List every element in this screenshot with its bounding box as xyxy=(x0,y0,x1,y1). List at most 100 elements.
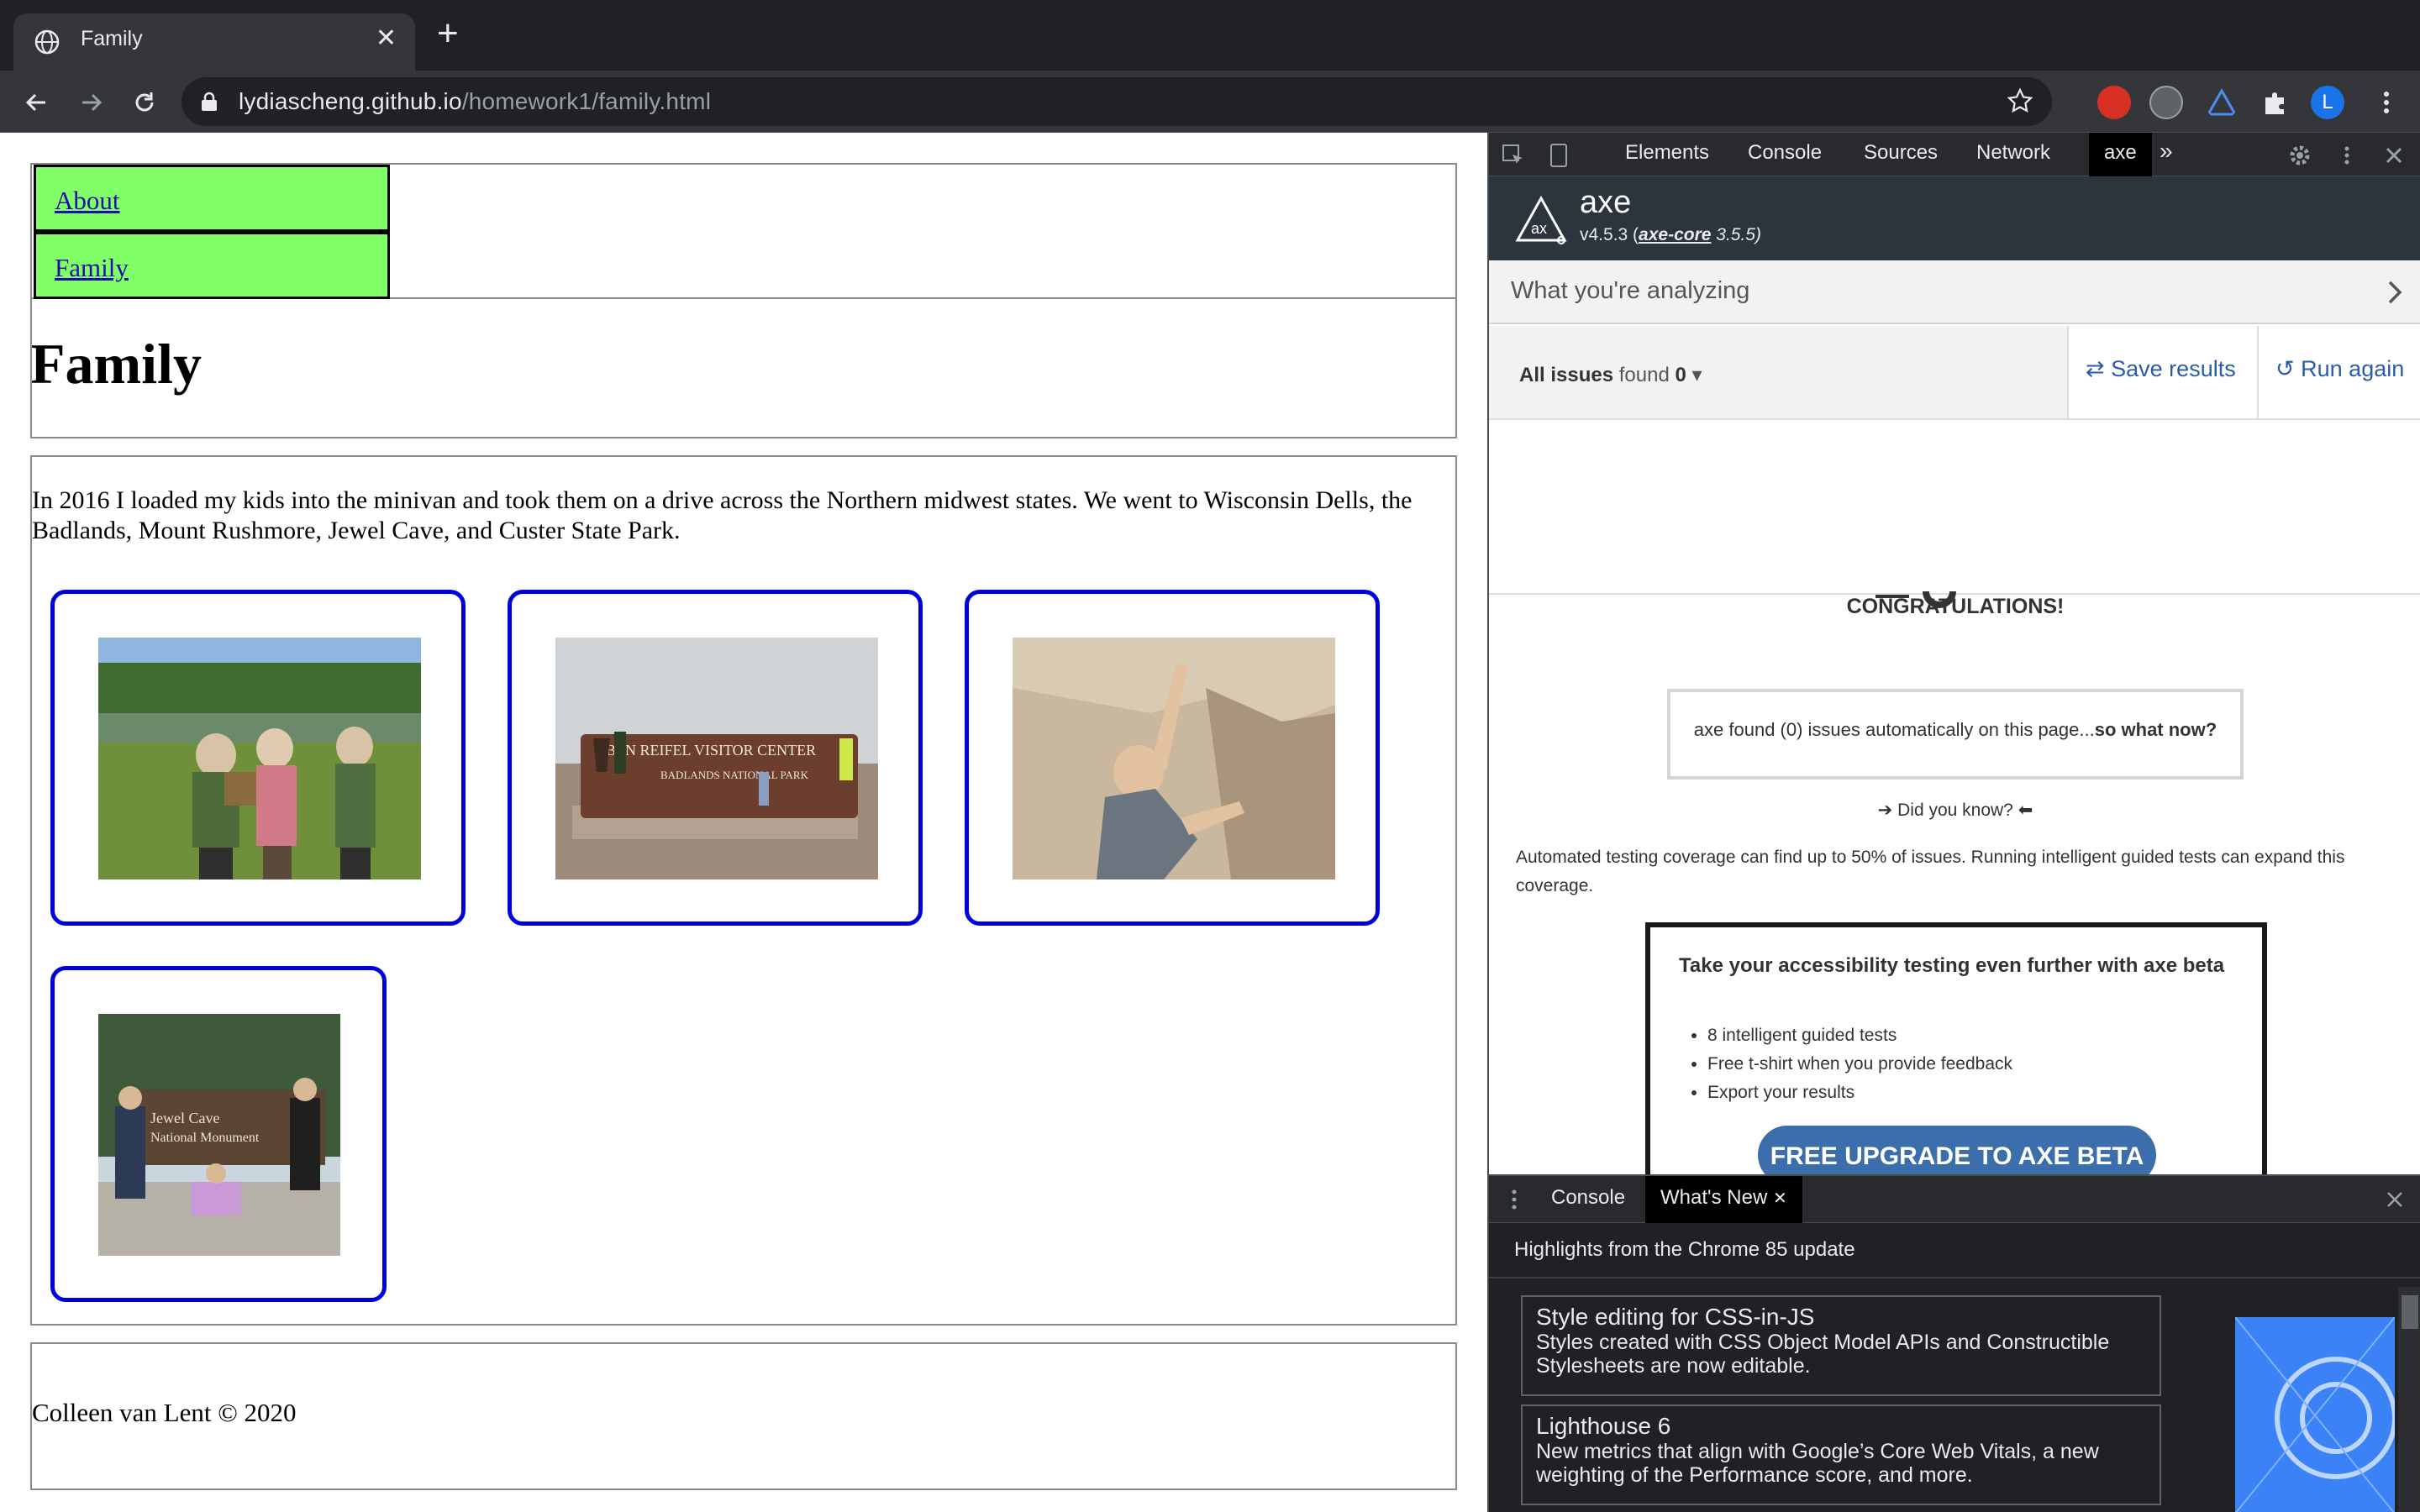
new-tab-button[interactable]: + xyxy=(437,15,459,52)
chevron-right-icon xyxy=(2388,281,2402,304)
nav-link-about[interactable]: About xyxy=(34,165,390,232)
drawer-tabbar: Console What's New ✕ xyxy=(1489,1176,2420,1223)
divider xyxy=(1489,1277,2420,1278)
did-you-know: ➔ Did you know? ⬅ xyxy=(1489,800,2420,821)
axe-extension-icon[interactable] xyxy=(2205,86,2238,119)
arrow-right-icon: ➔ xyxy=(1877,801,1893,820)
devtools-tabbar: Elements Console Sources Network axe » xyxy=(1489,133,2420,176)
photo-card xyxy=(50,590,466,926)
sign-text: Jewel Cave xyxy=(150,1110,219,1126)
svg-text:ax: ax xyxy=(1531,220,1547,237)
axe-core-version: 3.5.5) xyxy=(1711,225,1761,244)
forward-arrow-icon[interactable] xyxy=(74,86,108,119)
tab-strip: Family ✕ + xyxy=(0,0,2420,71)
list-item: 8 intelligent guided tests xyxy=(1707,1021,2012,1050)
more-tabs-icon[interactable]: » xyxy=(2160,138,2173,165)
whats-new-card[interactable]: Style editing for CSS-in-JS Styles creat… xyxy=(1521,1295,2161,1396)
close-tab-icon[interactable]: ✕ xyxy=(1773,1189,1787,1208)
whats-new-card[interactable]: Lighthouse 6 New metrics that align with… xyxy=(1521,1404,2161,1505)
settings-gear-icon[interactable] xyxy=(2287,143,2312,168)
devtools-tab-console[interactable]: Console xyxy=(1748,141,1822,165)
did-you-know-label: Did you know? xyxy=(1897,801,2013,820)
footer: Colleen van Lent © 2020 xyxy=(30,1342,1457,1490)
inspect-element-icon[interactable] xyxy=(1501,143,1526,168)
reload-icon[interactable] xyxy=(128,86,161,119)
rerun-icon: ↺ xyxy=(2275,356,2295,381)
issues-filter[interactable]: All issues found 0 ▾ xyxy=(1519,363,1702,387)
drawer-tab-whats-new[interactable]: What's New ✕ xyxy=(1645,1176,1802,1223)
devtools-menu-icon[interactable] xyxy=(2334,143,2360,168)
card-title: Style editing for CSS-in-JS xyxy=(1536,1304,1815,1330)
arrow-left-icon: ⬅ xyxy=(2018,801,2033,820)
browser-tab[interactable]: Family ✕ xyxy=(13,13,415,71)
intro-paragraph: In 2016 I loaded my kids into the miniva… xyxy=(32,486,1413,544)
run-again-button[interactable]: ↺ Run again xyxy=(2257,326,2420,418)
so-what-now-link[interactable]: so what now? xyxy=(2095,719,2217,740)
issues-found-box: axe found (0) issues automatically on th… xyxy=(1667,689,2244,780)
extensions-puzzle-icon[interactable] xyxy=(2259,86,2292,119)
drawer-tab-whats-new-label: What's New xyxy=(1660,1186,1768,1209)
axe-version: v4.5.3 (axe-core 3.5.5) xyxy=(1580,225,1761,245)
bookmark-star-icon[interactable] xyxy=(2007,87,2033,114)
adblock-extension-icon[interactable] xyxy=(2097,86,2131,119)
wave-extension-icon[interactable] xyxy=(2149,86,2183,119)
devtools-tab-elements[interactable]: Elements xyxy=(1625,141,1709,165)
address-bar[interactable]: lydiascheng.github.io/homework1/family.h… xyxy=(182,77,2052,126)
save-results-button[interactable]: ⇄ Save results xyxy=(2067,326,2257,418)
main-content: In 2016 I loaded my kids into the miniva… xyxy=(30,455,1457,1326)
devtools-tab-sources[interactable]: Sources xyxy=(1864,141,1938,165)
sign-text: BEN REIFEL VISITOR CENTER xyxy=(606,742,816,759)
analyzing-label: What you're analyzing xyxy=(1511,277,1750,304)
beta-promo-title: Take your accessibility testing even fur… xyxy=(1679,954,2225,977)
device-toolbar-icon[interactable] xyxy=(1546,143,1571,168)
globe-icon xyxy=(34,29,60,55)
jewel-cave-sign-photo: Jewel Cave National Monument xyxy=(98,1014,340,1256)
axe-core-link[interactable]: axe-core xyxy=(1639,225,1711,244)
axe-version-prefix: v4.5.3 ( xyxy=(1580,225,1639,244)
what-youre-analyzing-row[interactable]: What you're analyzing xyxy=(1489,260,2420,324)
devtools-tab-axe[interactable]: axe xyxy=(2089,133,2152,176)
issues-label: All issues xyxy=(1519,364,1614,386)
drawer-tab-console[interactable]: Console xyxy=(1551,1186,1625,1210)
close-drawer-icon[interactable] xyxy=(2385,1189,2405,1210)
site-nav: About Family xyxy=(30,163,1457,299)
nav-link-about-label[interactable]: About xyxy=(55,186,120,215)
issues-count: 0 xyxy=(1675,364,1686,386)
nav-link-family-label[interactable]: Family xyxy=(55,253,129,282)
beta-promo-box: Take your accessibility testing even fur… xyxy=(1645,922,2267,1191)
devtools-drawer: Console What's New ✕ Highlights from the… xyxy=(1489,1174,2420,1512)
url-path: /homework1/family.html xyxy=(461,88,712,114)
beta-features-list: 8 intelligent guided tests Free t-shirt … xyxy=(1707,1021,2012,1107)
scrollbar-thumb[interactable] xyxy=(2402,1295,2418,1329)
photo-card xyxy=(965,590,1380,926)
congratulations-heading: CONGRATULATIONS! xyxy=(1846,595,2065,618)
sign-subtext: National Monument xyxy=(150,1131,260,1145)
issues-found-text: axe found (0) issues automatically on th… xyxy=(1693,719,2095,740)
axe-title: axe xyxy=(1580,185,1632,220)
header-box xyxy=(30,299,1457,438)
photo-card: Jewel Cave National Monument xyxy=(50,966,387,1302)
whats-new-heading: Highlights from the Chrome 85 update xyxy=(1514,1238,1855,1261)
close-devtools-icon[interactable] xyxy=(2381,143,2407,168)
tab-title: Family xyxy=(81,27,143,50)
tab-close-icon[interactable]: ✕ xyxy=(376,24,397,53)
lock-icon[interactable] xyxy=(200,92,218,112)
badlands-visitor-center-photo: BEN REIFEL VISITOR CENTER BADLANDS NATIO… xyxy=(555,638,878,879)
kids-by-lake-photo xyxy=(98,638,421,879)
browser-toolbar: lydiascheng.github.io/homework1/family.h… xyxy=(0,71,2420,133)
card-description: Styles created with CSS Object Model API… xyxy=(1536,1331,2110,1378)
devtools-panel: Elements Console Sources Network axe » a… xyxy=(1487,133,2420,1512)
back-arrow-icon[interactable] xyxy=(20,86,54,119)
profile-avatar[interactable]: L xyxy=(2311,86,2344,119)
web-page: About Family Family In 2016 I loaded my … xyxy=(0,133,1487,1512)
footer-text: Colleen van Lent © 2020 xyxy=(32,1398,297,1427)
drawer-menu-icon[interactable] xyxy=(1509,1188,1519,1211)
kebab-menu-icon[interactable] xyxy=(2370,86,2403,119)
save-results-label: Save results xyxy=(2111,356,2236,381)
devtools-tab-network[interactable]: Network xyxy=(1976,141,2050,165)
photo-card: BEN REIFEL VISITOR CENTER BADLANDS NATIO… xyxy=(508,590,923,926)
nav-link-family[interactable]: Family xyxy=(34,232,390,299)
swap-arrows-icon: ⇄ xyxy=(2086,356,2105,381)
list-item: Export your results xyxy=(1707,1079,2012,1107)
axe-logo-icon: ax xyxy=(1515,195,1567,244)
